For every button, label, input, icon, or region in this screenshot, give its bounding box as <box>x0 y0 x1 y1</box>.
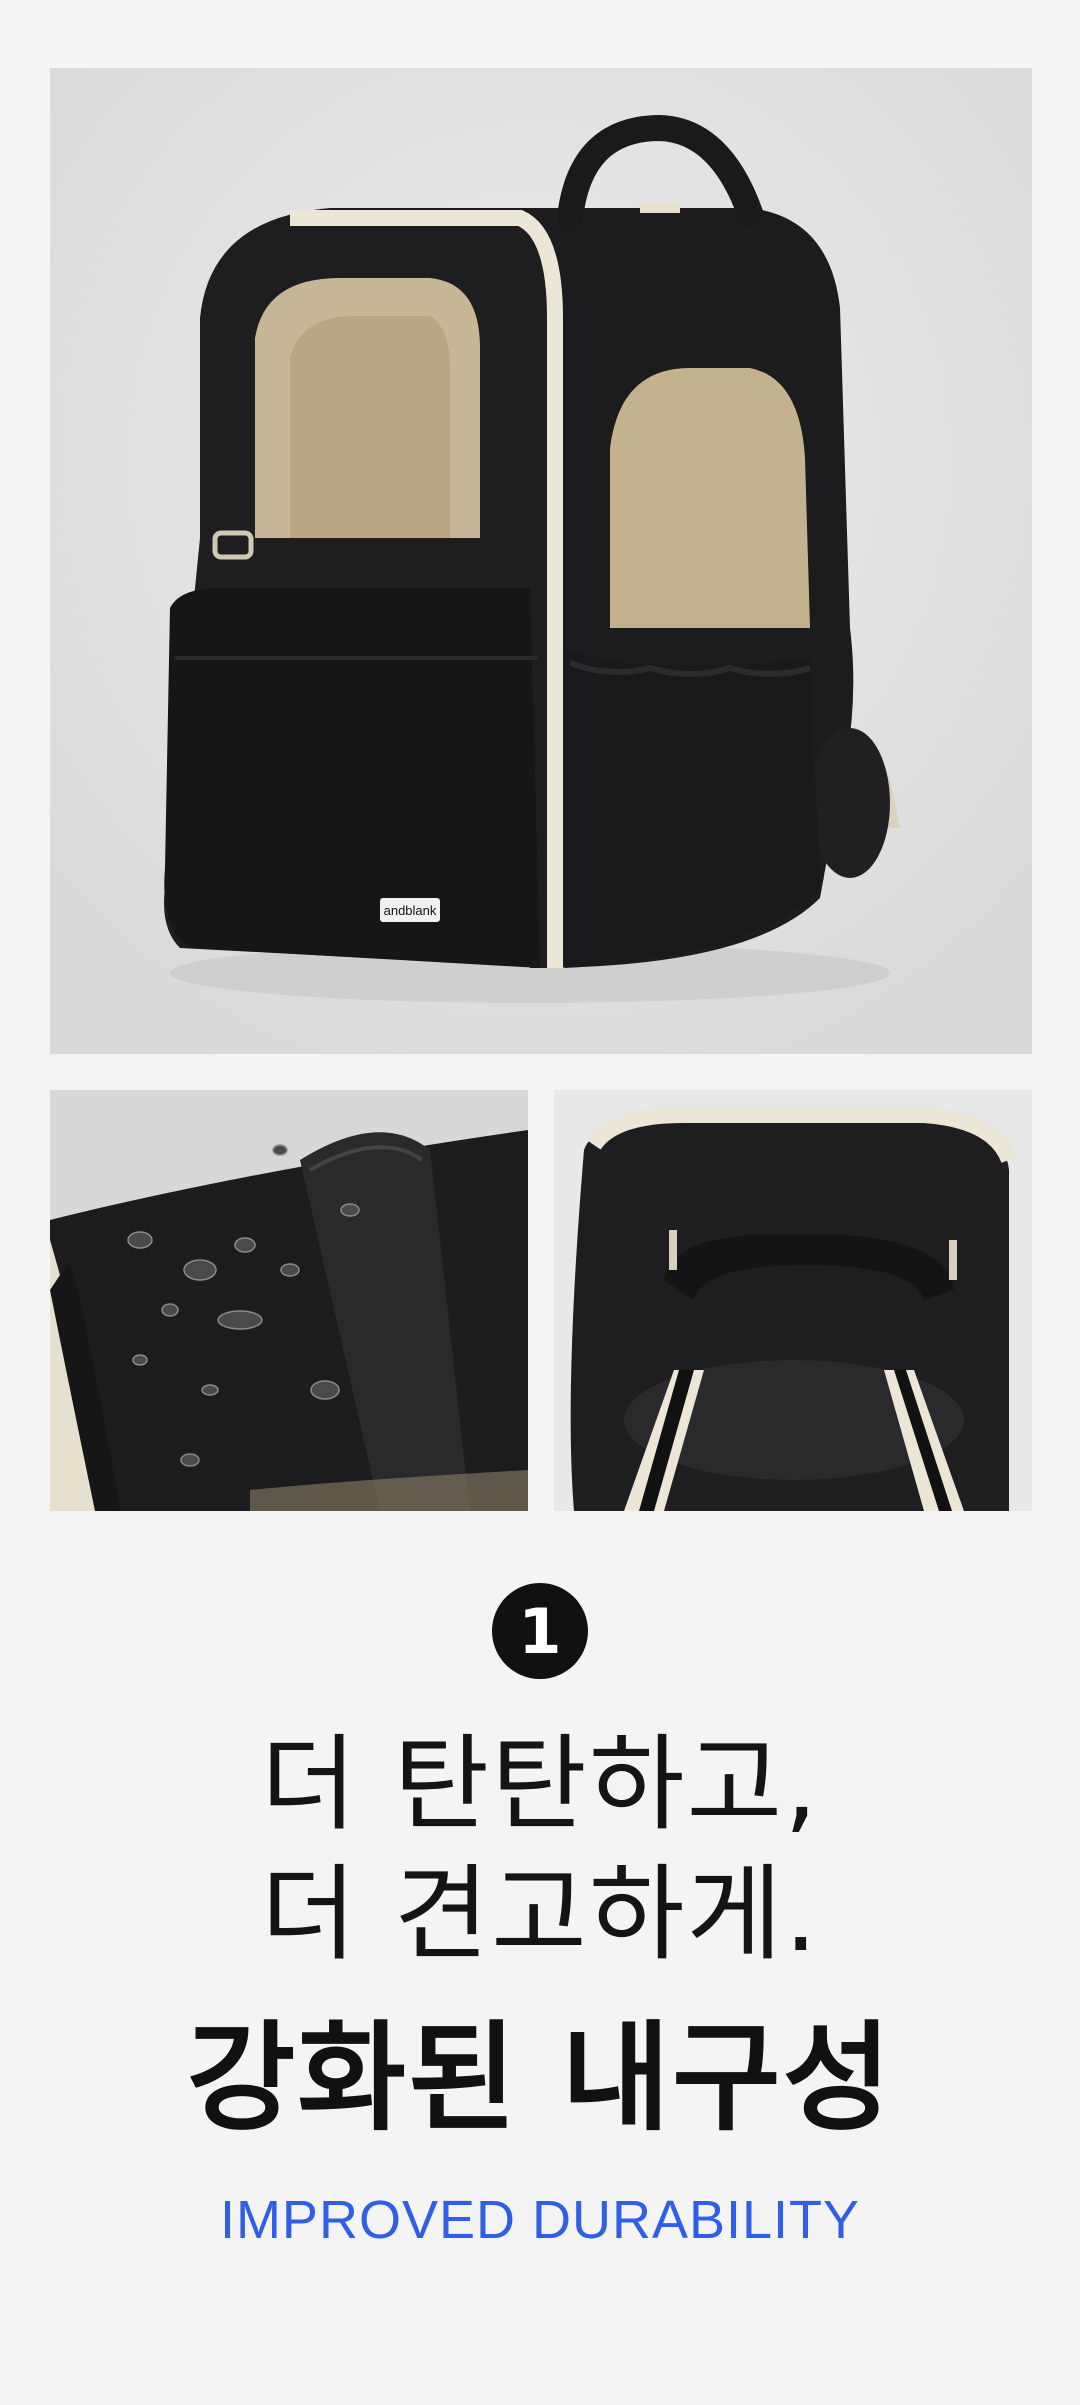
feature-number-badge: 1 <box>492 1583 588 1679</box>
hero-product-photo: andblank <box>50 68 1032 1054</box>
backpack-carrier-illustration: andblank <box>50 68 1032 1054</box>
feature-headline-line2: 더 견고하게. <box>260 1853 820 1975</box>
top-handle-illustration <box>554 1090 1032 1511</box>
feature-headline-line1: 더 탄탄하고, <box>260 1723 820 1845</box>
brand-tag-text: andblank <box>384 903 437 918</box>
water-droplets-illustration <box>50 1090 528 1511</box>
detail-photo-water-resistance <box>50 1090 528 1511</box>
feature-title: 강화된 내구성 <box>186 2009 894 2147</box>
feature-subtitle: IMPROVED DURABILITY <box>219 2190 861 2250</box>
detail-photo-top-handle <box>554 1090 1032 1511</box>
